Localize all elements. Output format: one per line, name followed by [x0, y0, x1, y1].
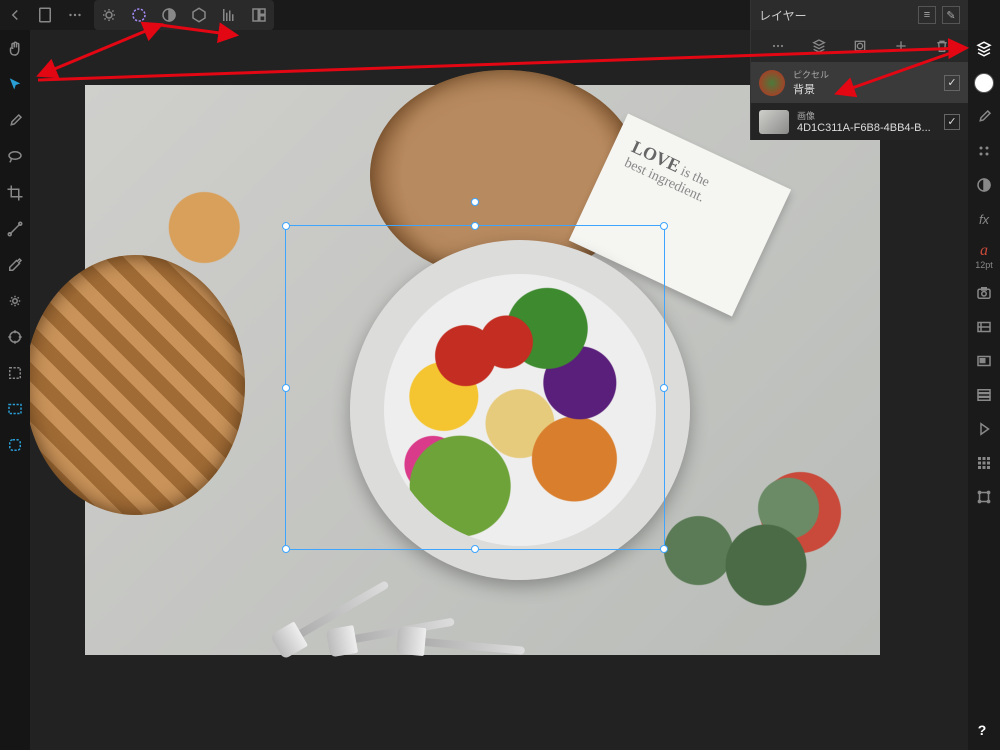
layer-mask-button[interactable] [849, 35, 871, 57]
color-swatch-icon [974, 73, 994, 93]
handle-n[interactable] [471, 222, 479, 230]
handle-sw[interactable] [282, 545, 290, 553]
layer-add-button[interactable] [890, 35, 912, 57]
layers-studio-button[interactable] [973, 38, 995, 60]
handle-nw[interactable] [282, 222, 290, 230]
handle-se[interactable] [660, 545, 668, 553]
lasso-tool[interactable] [4, 146, 26, 168]
layers-panel: レイヤー ≡ ✎ ピクセル 背景 ✓ 画像 4D1C311A-F6B8-4BB4… [750, 0, 968, 140]
liquify-persona-button[interactable] [124, 0, 154, 30]
layer-thumbnail [759, 110, 789, 134]
export-persona-button[interactable] [214, 0, 244, 30]
crop-tool[interactable] [4, 182, 26, 204]
pie-graphic [30, 255, 245, 515]
marquee-tool[interactable] [4, 362, 26, 384]
grid-studio-button[interactable] [973, 452, 995, 474]
help-button[interactable]: ? [972, 722, 992, 742]
transform-studio-button[interactable] [973, 486, 995, 508]
photo-persona-button[interactable] [94, 0, 124, 30]
layer-name-label: 背景 [793, 81, 936, 97]
handle-w[interactable] [282, 384, 290, 392]
hand-tool[interactable] [4, 38, 26, 60]
back-button[interactable] [0, 0, 30, 30]
handle-ne[interactable] [660, 222, 668, 230]
layers-pin-button[interactable]: ✎ [942, 6, 960, 24]
brush-studio-button[interactable] [973, 106, 995, 128]
layer-type-label: ピクセル [793, 68, 936, 81]
histogram-studio-button[interactable] [973, 316, 995, 338]
slices-persona-button[interactable] [244, 0, 274, 30]
layer-options-button[interactable] [767, 35, 789, 57]
layer-blend-button[interactable] [808, 35, 830, 57]
navigator-studio-button[interactable] [973, 350, 995, 372]
document-button[interactable] [30, 0, 60, 30]
layer-visibility-checkbox[interactable]: ✓ [944, 75, 960, 91]
swatches-studio-button[interactable] [973, 140, 995, 162]
target-tool[interactable] [4, 326, 26, 348]
handle-e[interactable] [660, 384, 668, 392]
rectangle-select-tool[interactable] [4, 398, 26, 420]
handle-rotate[interactable] [471, 198, 479, 206]
adjustments-studio-button[interactable] [973, 174, 995, 196]
ellipse-select-tool[interactable] [4, 434, 26, 456]
color-studio-button[interactable] [973, 72, 995, 94]
text-studio-button[interactable]: a12pt [973, 242, 995, 270]
layers-panel-title: レイヤー [759, 7, 807, 24]
effects-studio-button[interactable]: fx [973, 208, 995, 230]
tone-mapping-persona-button[interactable] [184, 0, 214, 30]
selection-bounds[interactable] [285, 225, 665, 550]
font-size-label: 12pt [975, 260, 993, 270]
layer-thumbnail [759, 70, 785, 96]
layer-delete-button[interactable] [931, 35, 953, 57]
move-tool[interactable] [4, 74, 26, 96]
gradient-tool[interactable] [4, 218, 26, 240]
layer-visibility-checkbox[interactable]: ✓ [944, 114, 960, 130]
layer-row[interactable]: ピクセル 背景 ✓ [751, 62, 968, 103]
develop-persona-button[interactable] [154, 0, 184, 30]
channels-studio-button[interactable] [973, 384, 995, 406]
more-menu-button[interactable] [60, 0, 90, 30]
clone-tool[interactable] [4, 290, 26, 312]
stock-studio-button[interactable] [973, 282, 995, 304]
layer-name-label: 4D1C311A-F6B8-4BB4-B... [797, 122, 936, 134]
layer-type-label: 画像 [797, 109, 936, 122]
layer-row[interactable]: 画像 4D1C311A-F6B8-4BB4-B... ✓ [751, 103, 968, 140]
macros-studio-button[interactable] [973, 418, 995, 440]
eyedropper-tool[interactable] [4, 254, 26, 276]
handle-s[interactable] [471, 545, 479, 553]
layers-list-view-button[interactable]: ≡ [918, 6, 936, 24]
brush-tool[interactable] [4, 110, 26, 132]
